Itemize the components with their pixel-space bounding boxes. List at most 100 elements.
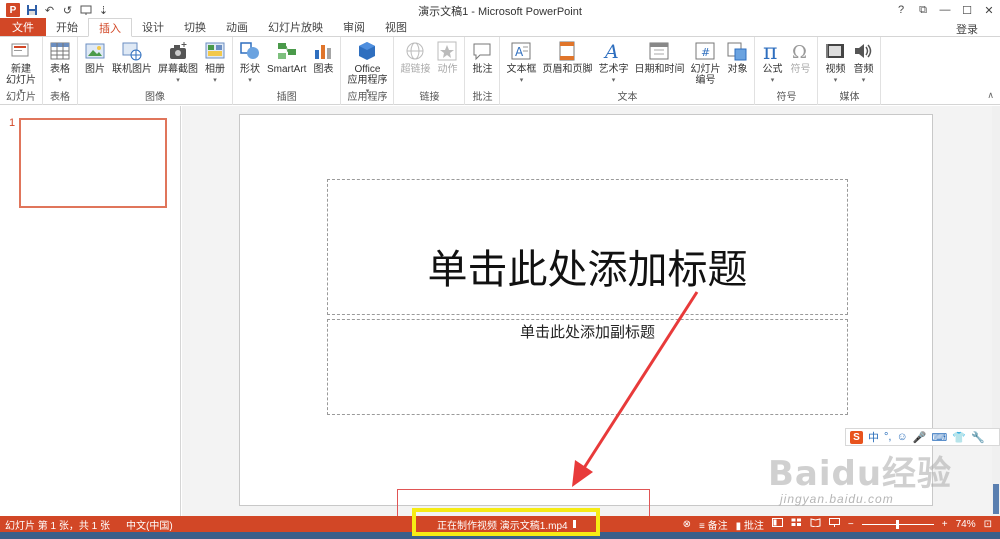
button-label: 页眉和页脚 — [542, 64, 593, 75]
button-label: 公式 — [762, 64, 783, 75]
slideshow-view-icon[interactable] — [828, 518, 840, 530]
ribbon-group-3: 形状 ▾ SmartArt 图表 插图 — [233, 37, 342, 105]
svg-text:Ω: Ω — [792, 42, 807, 62]
header-footer-icon — [556, 40, 578, 62]
scrollbar-thumb[interactable] — [993, 484, 999, 514]
svg-text:A: A — [603, 41, 619, 62]
skin-icon[interactable]: 👕 — [952, 431, 966, 444]
ribbon-group-label: 表格 — [50, 92, 70, 103]
button-label: 符号 — [790, 64, 811, 75]
quick-access-toolbar: P ↶ ↺ ⇣ — [0, 0, 110, 20]
zoom-slider-knob[interactable] — [895, 519, 899, 529]
notes-label: 备注 — [707, 520, 728, 532]
undo-icon[interactable]: ↶ — [43, 4, 56, 17]
tab-5[interactable]: 动画 — [216, 18, 258, 36]
ribbon-display-options-icon[interactable]: ⧉ — [912, 0, 934, 20]
slide-thumbnail[interactable] — [19, 118, 167, 208]
tab-2[interactable]: 插入 — [88, 18, 132, 37]
language-indicator[interactable]: 中文(中国) — [121, 517, 178, 532]
emoji-icon[interactable]: ☺ — [896, 431, 907, 443]
ime-mode-toggle[interactable]: 中 — [868, 429, 879, 445]
tab-3[interactable]: 设计 — [132, 18, 174, 36]
notes-button[interactable]: ≡ 备注 — [699, 517, 728, 532]
svg-text:A: A — [515, 45, 524, 59]
online-picture-icon — [121, 40, 143, 62]
present-from-start-icon[interactable] — [79, 4, 92, 17]
table-icon — [49, 40, 71, 62]
tab-7[interactable]: 审阅 — [333, 18, 375, 36]
title-bar: P ↶ ↺ ⇣ 演示文稿1 - Microsoft PowerPoint ? ⧉… — [0, 0, 1000, 20]
window-controls: ? ⧉ — ☐ ✕ — [890, 0, 1000, 20]
button-label: 表格 — [50, 64, 70, 75]
ribbon-group-0: 新建 幻灯片 ▾ 幻灯片 — [0, 37, 43, 105]
ribbon-group-label: 媒体 — [839, 92, 860, 103]
title-placeholder[interactable]: 单击此处添加标题 — [327, 179, 848, 315]
ribbon-group-label: 插图 — [276, 92, 297, 103]
tab-1[interactable]: 开始 — [46, 18, 88, 36]
dropdown-caret-icon: ▾ — [519, 77, 524, 84]
tab-4[interactable]: 切换 — [174, 18, 216, 36]
ribbon-group-5: 超链接 动作 链接 — [394, 37, 466, 105]
button-label: 音频 — [853, 64, 874, 75]
subtitle-placeholder[interactable]: 单击此处添加副标题 — [327, 319, 848, 415]
fit-to-window-icon[interactable]: ⊡ — [984, 519, 992, 530]
ribbon-tabs: 文件 开始 插入 设计 切换 动画 幻灯片放映 审阅 视图 — [0, 18, 1000, 37]
zoom-out-button[interactable]: − — [848, 519, 854, 530]
vertical-scrollbar[interactable] — [992, 106, 1000, 516]
tab-6[interactable]: 幻灯片放映 — [258, 18, 333, 36]
ribbon-group-7: A 文本框 ▾ 页眉和页脚 A 艺术字 ▾ 日期和时间 # 幻灯片 编号 对象 文本 — [500, 37, 756, 105]
ribbon-group-6: 批注 批注 — [465, 37, 501, 105]
customize-qat-icon[interactable]: ⇣ — [97, 4, 110, 17]
zoom-in-button[interactable]: + — [942, 519, 948, 530]
sogou-logo-icon[interactable]: S — [850, 430, 863, 444]
reading-view-icon[interactable] — [810, 518, 821, 530]
close-button[interactable]: ✕ — [978, 0, 1000, 20]
comment-icon — [471, 40, 493, 62]
wrench-icon[interactable]: 🔧 — [971, 431, 985, 444]
ime-punct-toggle[interactable]: °, — [884, 431, 891, 443]
slide-counter: 幻灯片 第 1 张，共 1 张 — [5, 520, 111, 532]
window-title: 演示文稿1 - Microsoft PowerPoint — [418, 6, 582, 18]
button-label: 屏幕截图 — [158, 64, 198, 75]
save-icon[interactable] — [25, 4, 38, 17]
button-label: 形状 — [240, 64, 260, 75]
microphone-icon[interactable]: 🎤 — [913, 431, 927, 444]
smartart-icon — [276, 40, 298, 62]
button-label: 艺术字 — [598, 64, 629, 75]
equation-icon: π — [761, 40, 783, 62]
ime-toolbar: S 中 °, ☺ 🎤 ⌨ 👕 🔧 — [845, 428, 1000, 446]
ribbon-group-label: 应用程序 — [347, 92, 388, 103]
redo-icon[interactable]: ↺ — [61, 4, 74, 17]
tab-0[interactable]: 文件 — [0, 18, 46, 36]
action-icon — [436, 40, 458, 62]
dropdown-caret-icon: ▾ — [213, 77, 217, 84]
shapes-icon — [239, 40, 261, 62]
office-apps-icon — [356, 40, 378, 62]
status-bar-right: ⊗ ≡ 备注 ▮ 批注 − + 74% ⊡ — [683, 516, 1000, 532]
ribbon-group-label: 符号 — [776, 92, 797, 103]
button-label: 日期和时间 — [634, 64, 685, 75]
zoom-slider[interactable] — [861, 519, 934, 529]
ribbon-group-9: 视频 ▾ 音频 ▾ 媒体 — [818, 37, 882, 105]
tab-8[interactable]: 视图 — [375, 18, 417, 36]
help-icon[interactable]: ? — [890, 0, 912, 20]
ribbon: 新建 幻灯片 ▾ 幻灯片 表格 ▾ 表格 图片 联机图片 屏幕截图 ▾ 相册 ▾ 图像 形状 ▾ SmartAr… — [0, 37, 1000, 105]
collapse-ribbon-icon[interactable]: ∧ — [987, 90, 994, 101]
keyboard-icon[interactable]: ⌨ — [931, 431, 947, 444]
maximize-button[interactable]: ☐ — [956, 0, 978, 20]
button-label: 幻灯片 — [6, 75, 36, 86]
zoom-level[interactable]: 74% — [956, 519, 976, 530]
video-icon — [824, 40, 846, 62]
sign-in-link[interactable]: 登录 — [956, 21, 978, 37]
picture-icon — [84, 40, 106, 62]
button-label: 编号 — [695, 75, 716, 86]
slide-sorter-view-icon[interactable] — [791, 518, 802, 530]
normal-view-icon[interactable] — [771, 518, 783, 530]
button-label: 超链接 — [400, 64, 431, 75]
comments-button[interactable]: ▮ 批注 — [736, 517, 764, 532]
minimize-button[interactable]: — — [934, 0, 956, 20]
thumbnail-number: 1 — [9, 117, 16, 129]
chart-icon — [312, 40, 334, 62]
powerpoint-logo-icon[interactable]: P — [6, 3, 20, 17]
cancel-export-icon[interactable]: ⊗ — [683, 519, 691, 530]
